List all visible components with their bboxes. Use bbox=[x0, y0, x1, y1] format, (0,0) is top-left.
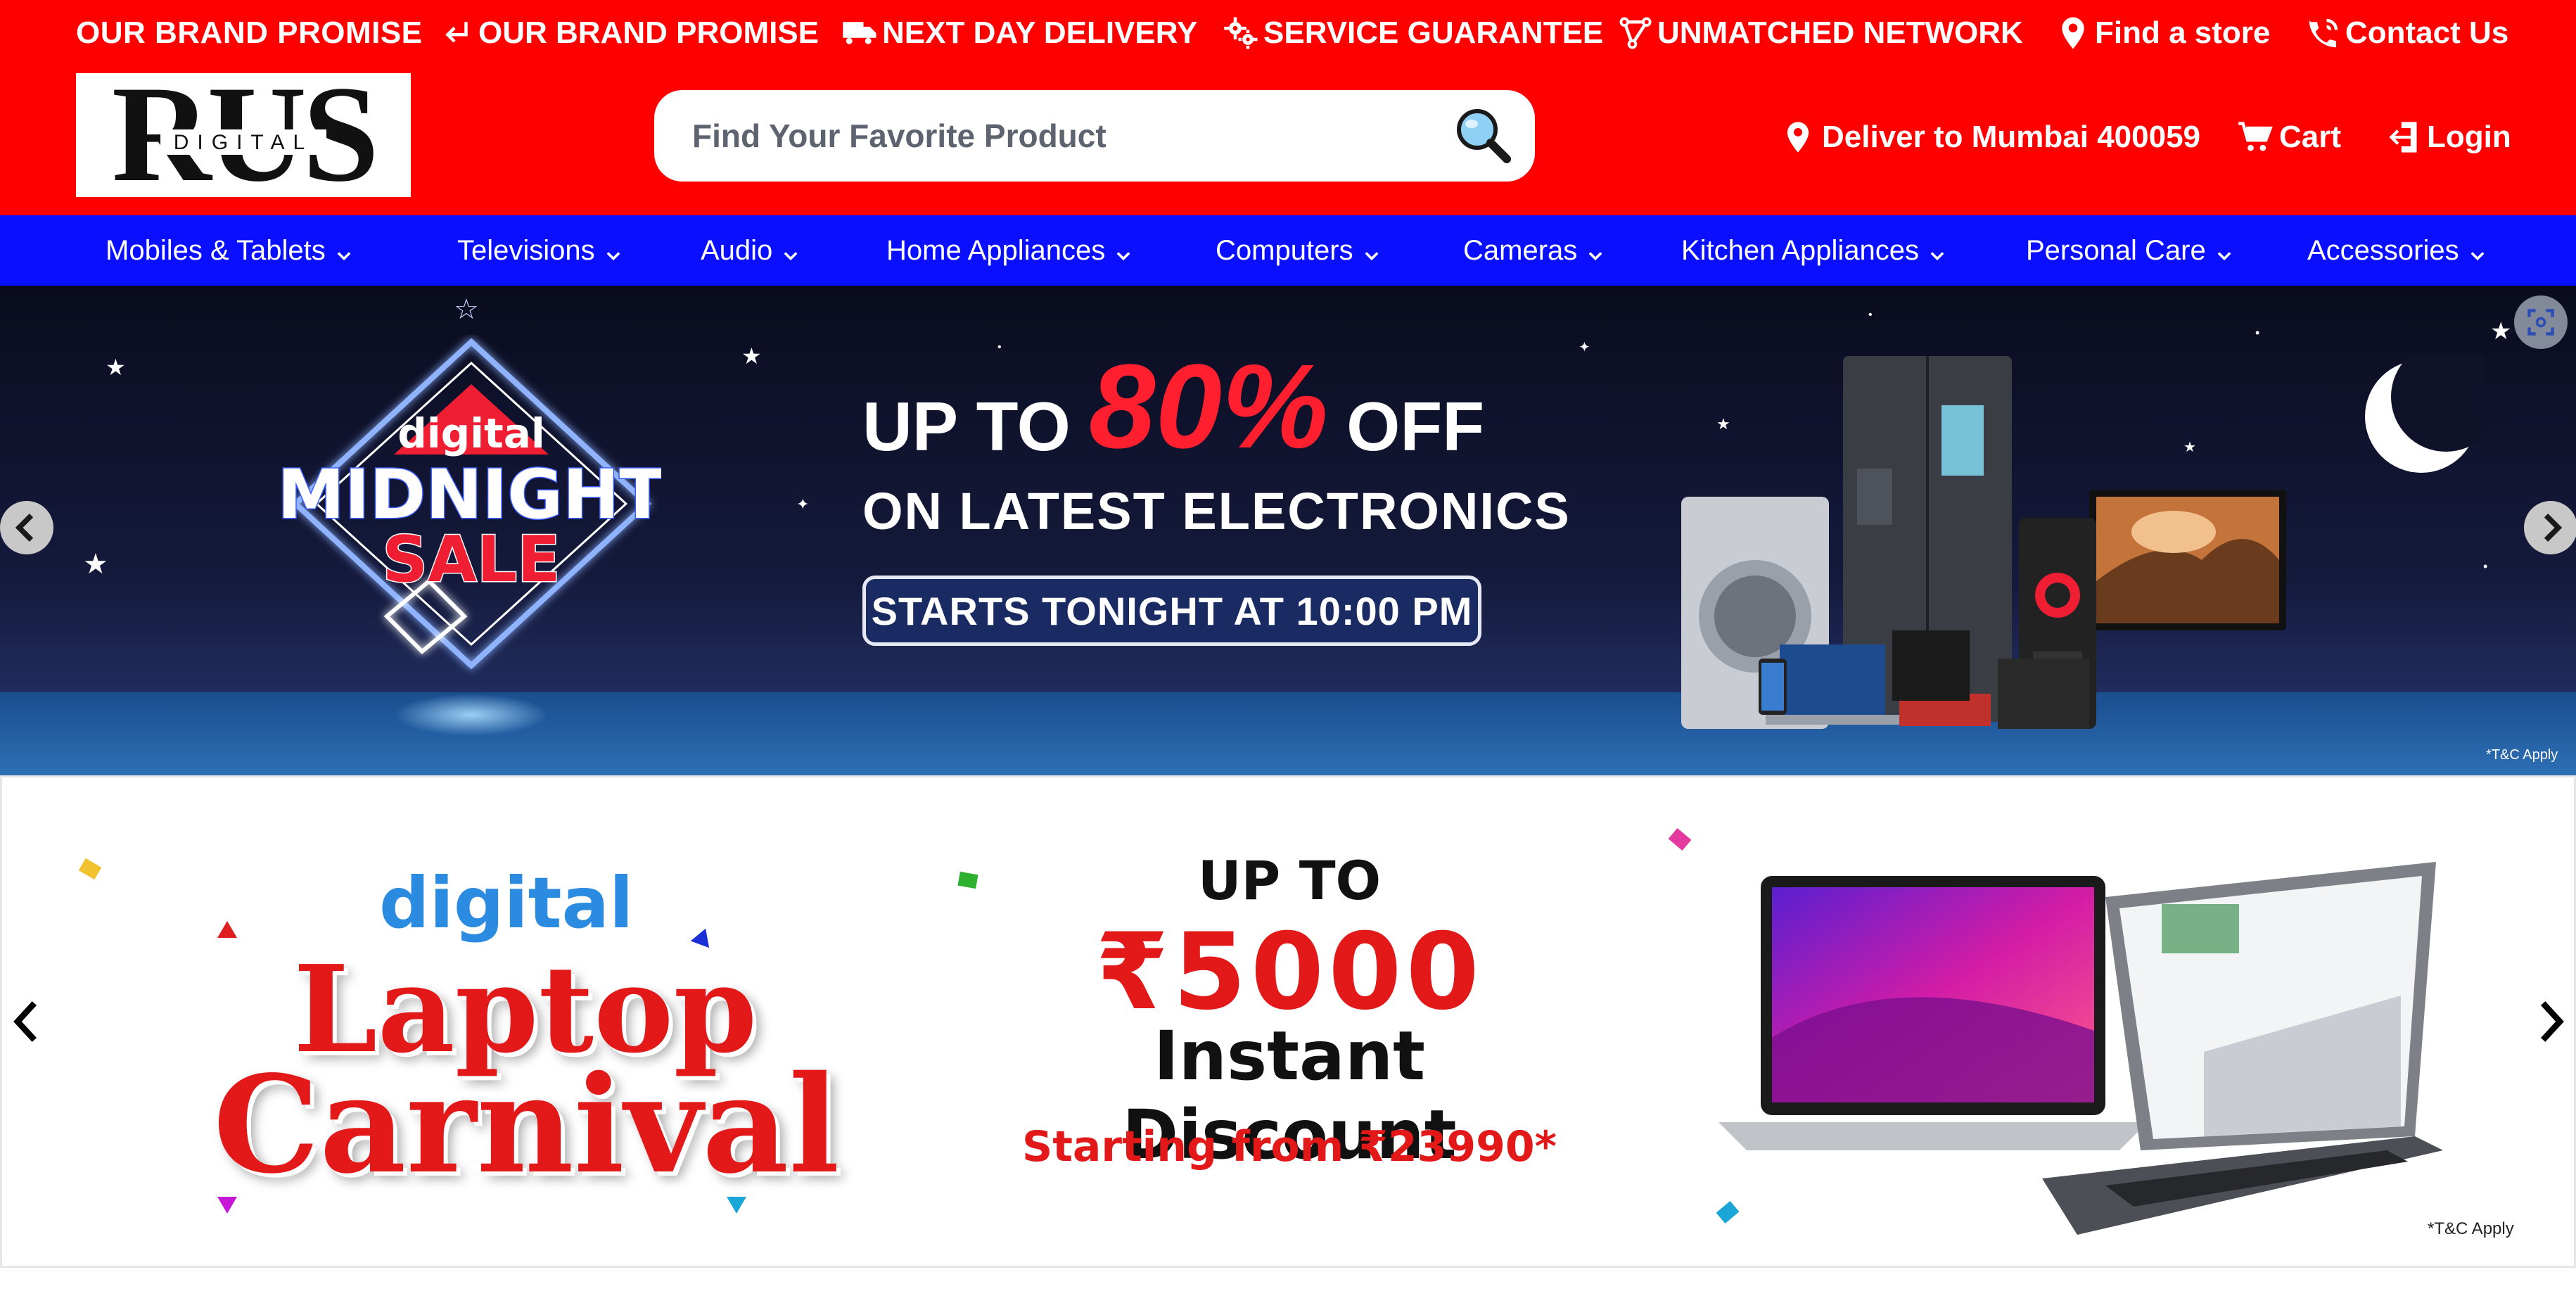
star-icon: • bbox=[1868, 309, 1873, 321]
topbar-link-unmatched-network[interactable]: UNMATCHED NETWORK bbox=[1617, 8, 2023, 58]
chevron-down-icon bbox=[2468, 241, 2487, 261]
digital-wordmark: digital bbox=[379, 862, 634, 944]
upto-text: UP TO bbox=[1197, 849, 1382, 912]
star-icon: ★ bbox=[741, 343, 762, 369]
svg-text:SALE: SALE bbox=[382, 523, 560, 597]
search-input[interactable] bbox=[691, 116, 1450, 155]
nav-item-computers[interactable]: Computers bbox=[1216, 215, 1382, 286]
search-icon bbox=[1457, 109, 1511, 163]
topbar-link-find-store[interactable]: Find a store bbox=[2054, 8, 2270, 58]
latest-electronics-text: ON LATEST ELECTRONICS bbox=[862, 482, 1571, 540]
moon-icon bbox=[2365, 353, 2485, 473]
deliver-location-button[interactable]: Deliver to Mumbai 400059 bbox=[1780, 113, 2200, 162]
discount-amount: ₹5000 bbox=[1095, 911, 1484, 1034]
carnival-title: Carnival bbox=[211, 1044, 841, 1205]
location-pin-icon bbox=[2062, 17, 2084, 49]
chevron-down-icon bbox=[1927, 241, 1947, 261]
nav-item-kitchen-appliances[interactable]: Kitchen Appliances bbox=[1681, 215, 1947, 286]
banner-next-button[interactable] bbox=[2524, 501, 2576, 554]
login-button[interactable]: Login bbox=[2385, 113, 2511, 162]
contact-icon bbox=[2309, 18, 2338, 48]
confetti-shape bbox=[1668, 827, 1692, 851]
electronics-products-image bbox=[1681, 356, 2286, 729]
carousel-prev-button[interactable] bbox=[6, 993, 48, 1050]
banner-glow bbox=[394, 694, 549, 736]
nav-item-home-appliances[interactable]: Home Appliances bbox=[886, 215, 1133, 286]
star-icon: • bbox=[2483, 559, 2488, 573]
brand-promise-title: OUR BRAND PROMISE bbox=[76, 15, 423, 50]
chevron-right-icon bbox=[2540, 1001, 2564, 1042]
laptop-carnival-banner[interactable]: digital Laptop Carnival UP TO ₹5000 Inst… bbox=[0, 775, 2576, 1268]
confetti-shape bbox=[957, 871, 978, 889]
off-text: OFF bbox=[1346, 388, 1485, 465]
gears-icon bbox=[1224, 17, 1258, 49]
chevron-down-icon bbox=[1586, 241, 1605, 261]
return-arrow-icon bbox=[445, 22, 468, 43]
midnight-sale-banner[interactable]: ★ ★ ☆ ★ • ✦ ✦ ★ • • ★ ★ • digital MIDNIG… bbox=[0, 286, 2576, 775]
star-icon: • bbox=[2255, 326, 2260, 340]
confetti-shape bbox=[78, 858, 102, 880]
chevron-left-icon bbox=[15, 513, 34, 542]
banner-prev-button[interactable] bbox=[0, 501, 53, 554]
confetti-shape bbox=[217, 921, 237, 938]
percent-text: 80% bbox=[1088, 340, 1329, 473]
location-pin-icon bbox=[1787, 122, 1809, 153]
nav-item-televisions[interactable]: Televisions bbox=[457, 215, 623, 286]
star-icon: ✦ bbox=[796, 495, 810, 513]
nav-item-personal-care[interactable]: Personal Care bbox=[2026, 215, 2234, 286]
fullscreen-icon bbox=[2527, 309, 2554, 336]
terms-note: *T&C Apply bbox=[2428, 1219, 2514, 1238]
svg-text:DIGITAL: DIGITAL bbox=[174, 131, 313, 154]
nav-item-accessories[interactable]: Accessories bbox=[2307, 215, 2487, 286]
chevron-down-icon bbox=[334, 241, 354, 261]
network-icon bbox=[1619, 17, 1652, 49]
star-icon: ★ bbox=[106, 355, 126, 380]
starts-tonight-badge: STARTS TONIGHT AT 10:00 PM bbox=[862, 576, 1481, 646]
star-icon: ★ bbox=[2490, 318, 2512, 345]
upto-text: UP TO bbox=[862, 388, 1071, 465]
nav-item-audio[interactable]: Audio bbox=[701, 215, 801, 286]
chevron-down-icon bbox=[2214, 241, 2234, 261]
topbar-link-next-day-delivery[interactable]: NEXT DAY DELIVERY bbox=[841, 8, 1197, 58]
search-button[interactable] bbox=[1450, 104, 1514, 167]
zoom-button[interactable] bbox=[2514, 295, 2568, 349]
site-logo[interactable]: RUS DIGITAL bbox=[76, 58, 411, 210]
starting-price-text: Starting from ₹23990* bbox=[1022, 1122, 1557, 1171]
chevron-right-icon bbox=[2544, 513, 2563, 542]
svg-text:digital: digital bbox=[397, 409, 545, 457]
midnight-sale-logo: digital MIDNIGHT SALE bbox=[281, 338, 661, 670]
topbar-link-brand-promise[interactable]: OUR BRAND PROMISE bbox=[438, 8, 819, 58]
star-outline-icon: ☆ bbox=[454, 294, 479, 325]
cart-button[interactable]: Cart bbox=[2237, 113, 2341, 162]
chevron-down-icon bbox=[604, 241, 623, 261]
star-icon: • bbox=[997, 341, 1002, 353]
search-box bbox=[654, 90, 1535, 182]
chevron-down-icon bbox=[781, 241, 801, 261]
nav-item-cameras[interactable]: Cameras bbox=[1463, 215, 1605, 286]
chevron-left-icon bbox=[13, 1001, 37, 1042]
site-header: OUR BRAND PROMISE OUR BRAND PROMISE NEXT… bbox=[0, 0, 2576, 215]
chevron-down-icon bbox=[1114, 241, 1133, 261]
carousel-next-button[interactable] bbox=[2530, 993, 2572, 1050]
discount-headline: UP TO 80% OFF bbox=[862, 340, 1485, 473]
laptops-image bbox=[1719, 862, 2443, 1235]
login-icon bbox=[2389, 122, 2417, 153]
terms-note: *T&C Apply bbox=[2486, 747, 2558, 763]
category-nav: Mobiles & Tablets Televisions Audio Home… bbox=[0, 215, 2576, 286]
logo-mark: RUS DIGITAL bbox=[76, 58, 411, 210]
topbar-link-contact-us[interactable]: Contact Us bbox=[2304, 8, 2508, 58]
topbar-link-service-guarantee[interactable]: SERVICE GUARANTEE bbox=[1223, 8, 1603, 58]
chevron-down-icon bbox=[1362, 241, 1382, 261]
cart-icon bbox=[2238, 122, 2273, 151]
truck-icon bbox=[843, 22, 876, 44]
star-icon: ★ bbox=[83, 549, 108, 580]
nav-item-mobiles-tablets[interactable]: Mobiles & Tablets bbox=[106, 215, 354, 286]
star-icon: ✦ bbox=[1579, 340, 1590, 355]
